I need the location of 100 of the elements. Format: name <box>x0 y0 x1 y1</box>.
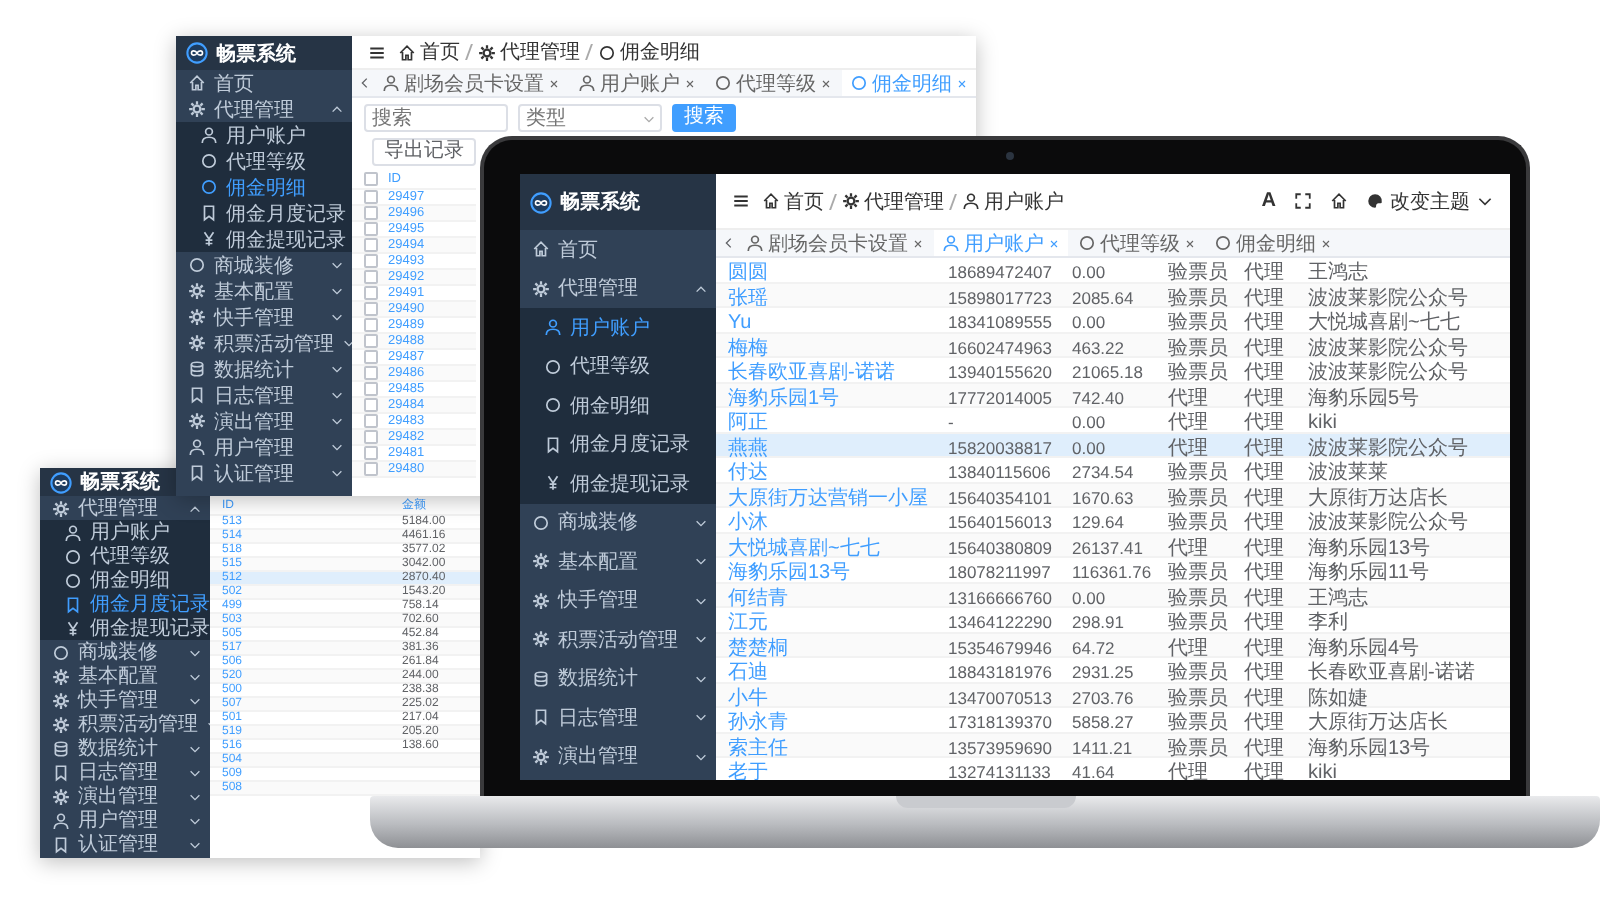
row-checkbox[interactable] <box>364 238 378 252</box>
expand-icon[interactable] <box>1294 192 1312 210</box>
sidebar-item[interactable]: 用户账户 <box>40 520 210 544</box>
sidebar-item[interactable]: 数据统计 <box>176 356 352 382</box>
close-icon[interactable] <box>956 77 968 89</box>
sidebar-item[interactable]: 用户管理 <box>40 808 210 832</box>
row-checkbox[interactable] <box>364 446 378 460</box>
sidebar-item[interactable]: 积票活动管理 <box>40 712 210 736</box>
sidebar-item[interactable]: 佣金月度记录 <box>520 425 716 464</box>
row-checkbox[interactable] <box>364 190 378 204</box>
table-link[interactable]: 石迪 <box>728 658 948 686</box>
row-checkbox[interactable] <box>364 334 378 348</box>
table-row[interactable]: 海豹乐园1号 17772014005 742.40 代理 代理 海豹乐园5号 <box>716 383 1510 408</box>
row-checkbox[interactable] <box>364 222 378 236</box>
close-icon[interactable] <box>548 77 560 89</box>
table-row[interactable]: 小沐 15640156013 129.64 验票员 代理 波波莱影院公众号 <box>716 508 1510 533</box>
row-checkbox[interactable] <box>364 350 378 364</box>
sidebar-item[interactable]: 用户管理 <box>176 434 352 460</box>
tab[interactable]: 佣金明细 <box>842 70 976 96</box>
export-button[interactable]: 导出记录 <box>372 138 476 166</box>
tab[interactable]: 佣金明细 <box>1206 230 1340 256</box>
table-row[interactable]: 圆圆 18689472407 0.00 验票员 代理 王鸿志 <box>716 258 1510 283</box>
sidebar-item[interactable]: 代理管理 <box>520 269 716 308</box>
close-icon[interactable] <box>1320 237 1332 249</box>
header-checkbox[interactable] <box>364 172 378 186</box>
sidebar-item[interactable]: 代理等级 <box>520 347 716 386</box>
sidebar-item[interactable]: 佣金提现记录 <box>40 616 210 640</box>
sidebar-item[interactable]: 快手管理 <box>176 304 352 330</box>
home-icon[interactable] <box>1330 192 1348 210</box>
table-row[interactable]: 小牛 13470070513 2703.76 验票员 代理 陈如婕 <box>716 683 1510 708</box>
table-link[interactable]: 阿正 <box>728 408 948 436</box>
sidebar-item[interactable]: 佣金月度记录 <box>176 200 352 226</box>
table-link[interactable]: 孙永青 <box>728 708 948 736</box>
table-row[interactable]: 江元 13464122290 298.91 验票员 代理 李利 <box>716 608 1510 633</box>
table-link[interactable]: Yu <box>728 311 948 333</box>
chevron-left-icon[interactable] <box>358 76 372 90</box>
sidebar-item[interactable]: 演出管理 <box>40 784 210 808</box>
row-checkbox[interactable] <box>364 398 378 412</box>
table-row[interactable]: 索主任 13573959690 1411.21 验票员 代理 海豹乐园13号 <box>716 733 1510 758</box>
table-row[interactable]: Yu 18341089555 0.00 验票员 代理 大悦城喜剧~七七 <box>716 308 1510 333</box>
sidebar-item[interactable]: 佣金提现记录 <box>520 464 716 503</box>
sidebar-item[interactable]: 商城装修 <box>40 640 210 664</box>
table-row[interactable]: 大原街万达营销一小屋 15640354101 1670.63 验票员 代理 大原街万达店长 <box>716 483 1510 508</box>
sidebar-item[interactable]: 认证管理 <box>40 832 210 856</box>
breadcrumb-link[interactable]: 代理管理 <box>842 187 944 215</box>
breadcrumb-link[interactable]: 首页 <box>398 38 460 66</box>
sidebar-item[interactable]: 积票活动管理 <box>176 330 352 356</box>
table-row[interactable]: 长春欧亚喜剧-诺诺 13940155620 21065.18 验票员 代理 波波莱影院公众号 <box>716 358 1510 383</box>
breadcrumb-link[interactable]: 佣金明细 <box>598 38 700 66</box>
tab[interactable]: 用户账户 <box>570 70 704 96</box>
theme-menu[interactable]: 改变主题 <box>1366 187 1494 215</box>
menu-icon[interactable] <box>368 43 386 61</box>
sidebar-item[interactable]: 快手管理 <box>40 688 210 712</box>
table-link[interactable]: 圆圆 <box>728 258 948 286</box>
table-link[interactable]: 张瑶 <box>728 283 948 311</box>
tab[interactable]: 代理等级 <box>706 70 840 96</box>
table-row[interactable]: 阿正 - 0.00 代理 代理 kiki <box>716 408 1510 433</box>
sidebar-item[interactable]: 佣金明细 <box>520 386 716 425</box>
sidebar-item[interactable]: 演出管理 <box>176 408 352 434</box>
sidebar-item[interactable]: 日志管理 <box>520 698 716 737</box>
sidebar-item[interactable]: 数据统计 <box>40 736 210 760</box>
table-row[interactable]: 张瑶 15898017723 2085.64 验票员 代理 波波莱影院公众号 <box>716 283 1510 308</box>
font-size-button[interactable]: A <box>1261 190 1276 212</box>
sidebar-item[interactable]: 佣金明细 <box>40 568 210 592</box>
table-link[interactable]: 付达 <box>728 458 948 486</box>
row-checkbox[interactable] <box>364 462 378 476</box>
row-checkbox[interactable] <box>364 254 378 268</box>
tab[interactable]: 剧场会员卡设置 <box>374 70 568 96</box>
sidebar-item[interactable]: 日志管理 <box>40 760 210 784</box>
close-icon[interactable] <box>1184 237 1196 249</box>
breadcrumb-link[interactable]: 首页 <box>762 187 824 215</box>
table-row[interactable]: 付达 13840115606 2734.54 验票员 代理 波波莱莱 <box>716 458 1510 483</box>
table-link[interactable]: 老于 <box>728 758 948 780</box>
sidebar-item[interactable]: 佣金明细 <box>176 174 352 200</box>
sidebar-item[interactable]: 基本配置 <box>520 542 716 581</box>
row-checkbox[interactable] <box>364 414 378 428</box>
table-row[interactable]: 石迪 18843181976 2931.25 验票员 代理 长春欧亚喜剧-诺诺 <box>716 658 1510 683</box>
breadcrumb-link[interactable]: 用户账户 <box>962 187 1064 215</box>
type-select[interactable]: 类型 <box>518 104 662 132</box>
sidebar-item[interactable]: 数据统计 <box>520 659 716 698</box>
sidebar-item[interactable]: 日志管理 <box>176 382 352 408</box>
table-row[interactable]: 梅梅 16602474963 463.22 验票员 代理 波波莱影院公众号 <box>716 333 1510 358</box>
sidebar-item[interactable]: 代理管理 <box>176 96 352 122</box>
search-button[interactable]: 搜索 <box>672 104 736 132</box>
sidebar-item[interactable]: 代理等级 <box>40 544 210 568</box>
sidebar-item[interactable]: 用户账户 <box>176 122 352 148</box>
sidebar-item[interactable]: 代理等级 <box>176 148 352 174</box>
tab[interactable]: 剧场会员卡设置 <box>738 230 932 256</box>
row-checkbox[interactable] <box>364 206 378 220</box>
sidebar-item[interactable]: 佣金提现记录 <box>176 226 352 252</box>
sidebar-item[interactable]: 积票活动管理 <box>520 620 716 659</box>
sidebar-item[interactable]: 基本配置 <box>40 664 210 688</box>
tab[interactable]: 代理等级 <box>1070 230 1204 256</box>
search-field[interactable]: 搜索 <box>364 104 508 132</box>
table-link[interactable]: 海豹乐园13号 <box>728 558 948 586</box>
row-checkbox[interactable] <box>364 318 378 332</box>
menu-icon[interactable] <box>732 192 750 210</box>
close-icon[interactable] <box>820 77 832 89</box>
sidebar-item[interactable]: 首页 <box>520 230 716 269</box>
row-checkbox[interactable] <box>364 430 378 444</box>
